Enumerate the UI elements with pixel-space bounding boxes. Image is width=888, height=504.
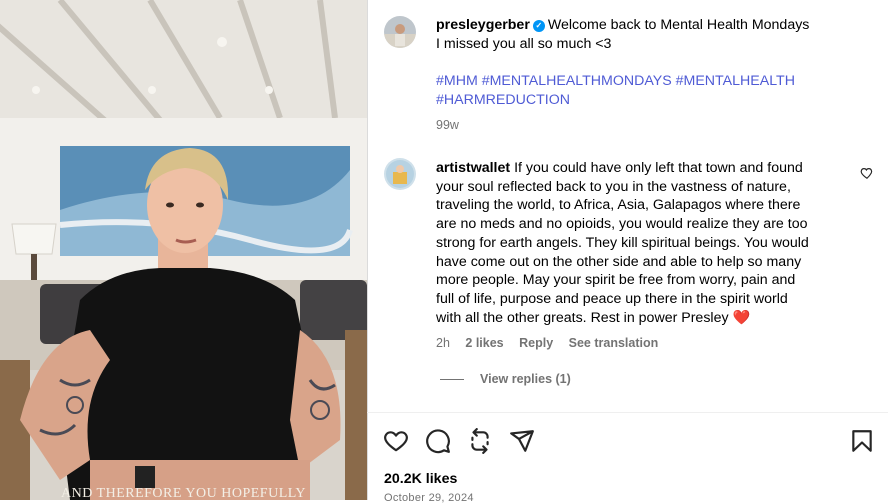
post-caption: presleygerber ✓ Welcome back to Mental Hea… — [436, 16, 866, 53]
actions-divider — [367, 412, 888, 413]
comment-line: are no meds and no opioids, you would re… — [436, 216, 808, 233]
comment-age[interactable]: 2h — [436, 336, 450, 350]
commenter-username[interactable]: artistwallet — [436, 160, 510, 176]
video-caption-overlay: AND THEREFORE YOU HOPEFULLY — [60, 486, 307, 500]
comment-icon[interactable] — [425, 428, 451, 454]
verified-badge-icon: ✓ — [532, 20, 545, 32]
author-avatar[interactable] — [384, 16, 416, 48]
comment-meta-row: 2h 2 likes Reply See translation — [436, 336, 670, 350]
comment-line: full of life, purpose and peace up there… — [436, 290, 788, 307]
comment-line: have come out on the other side and able… — [436, 253, 802, 270]
hashtag-line-1[interactable]: #MHM #MENTALHEALTHMONDAYS #MENTALHEALTH — [436, 73, 795, 89]
see-translation-button[interactable]: See translation — [569, 336, 659, 350]
heart-icon[interactable] — [383, 428, 409, 454]
view-replies-label: View replies (1) — [480, 372, 571, 386]
comment-line: strong for earth angels. They kill spiri… — [436, 234, 809, 251]
post-date: October 29, 2024 — [384, 492, 474, 504]
comment-likes[interactable]: 2 likes — [465, 336, 503, 350]
post-hashtags: #MHM #MENTALHEALTHMONDAYS #MENTALHEALTH … — [436, 72, 856, 109]
comment-line: with all the other greats. Rest in power… — [436, 309, 751, 326]
post-media-video[interactable]: AND THEREFORE YOU HOPEFULLY — [0, 0, 367, 500]
bookmark-icon[interactable] — [849, 428, 875, 454]
caption-line-1: Welcome back to Mental Health Mondays — [547, 17, 810, 33]
commenter-avatar-image — [384, 158, 416, 190]
comment-line: If you could have only left that town an… — [514, 160, 803, 176]
comment-like-heart-icon[interactable] — [860, 166, 874, 180]
send-icon[interactable] — [509, 428, 535, 454]
author-username[interactable]: presleygerber — [436, 17, 530, 33]
comment-body: artistwallet If you could have only left… — [436, 159, 856, 327]
replies-divider-line — [440, 379, 464, 381]
post-age[interactable]: 99w — [436, 118, 459, 132]
comment-line: your soul reflected back to you in the v… — [436, 178, 791, 195]
caption-line-2: I missed you all so much <3 — [436, 35, 612, 52]
post-likes-count[interactable]: 20.2K likes — [384, 471, 457, 487]
comment-line: more people. May your spirit be free fro… — [436, 272, 796, 289]
hashtag-line-2[interactable]: #HARMREDUCTION — [436, 92, 570, 108]
repost-icon[interactable] — [467, 428, 493, 454]
author-avatar-image — [384, 16, 416, 48]
view-replies-button[interactable]: View replies (1) — [440, 372, 571, 386]
video-frame-illustration — [0, 0, 367, 500]
comment-line: traveling the world, to Africa, Asia, Ga… — [436, 197, 801, 214]
reply-button[interactable]: Reply — [519, 336, 553, 350]
commenter-avatar[interactable] — [384, 158, 416, 190]
